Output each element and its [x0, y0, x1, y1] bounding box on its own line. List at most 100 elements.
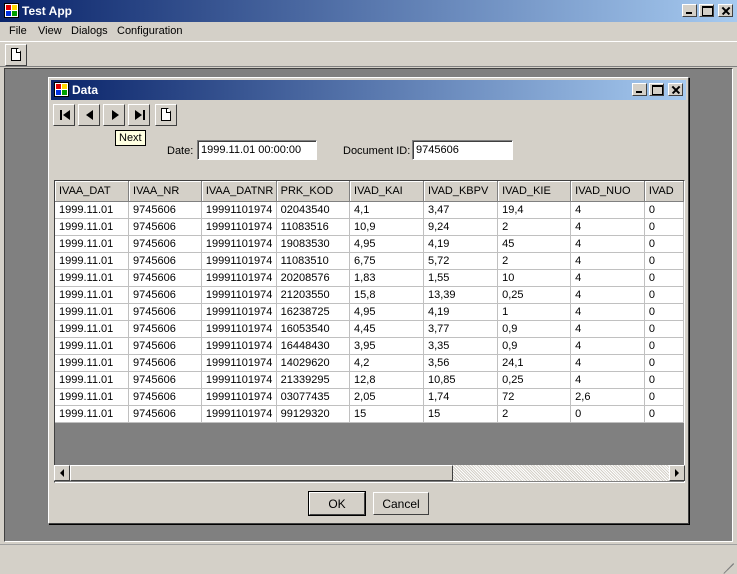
table-cell[interactable]: 21339295	[276, 371, 351, 389]
table-cell[interactable]: 4	[570, 303, 645, 321]
table-cell[interactable]: 0,9	[497, 337, 572, 355]
menu-file[interactable]: File	[9, 25, 27, 37]
dialog-maximize-button[interactable]	[649, 83, 664, 96]
table-cell[interactable]: 10,85	[423, 371, 499, 389]
scroll-left-button[interactable]	[54, 465, 70, 481]
dialog-close-button[interactable]	[668, 83, 683, 96]
table-cell[interactable]: 9745606	[128, 252, 202, 270]
table-cell[interactable]: 19991101974	[201, 354, 277, 372]
table-cell[interactable]: 20208576	[276, 269, 351, 287]
table-cell[interactable]: 1999.11.01	[55, 388, 130, 406]
column-header[interactable]: IVAA_NR	[128, 181, 202, 202]
table-cell[interactable]: 2	[497, 252, 572, 270]
column-header[interactable]: IVAD	[644, 181, 684, 202]
table-cell[interactable]: 3,56	[423, 354, 499, 372]
table-cell[interactable]: 0	[644, 320, 684, 338]
table-cell[interactable]: 19991101974	[201, 201, 277, 219]
table-cell[interactable]: 4,19	[423, 235, 499, 253]
column-header[interactable]: IVAD_KIE	[497, 181, 572, 202]
table-row[interactable]: 1999.11.01 9745606 19991101974 16238725 4,95…	[55, 303, 684, 321]
table-cell[interactable]: 2	[497, 405, 572, 423]
table-cell[interactable]: 3,35	[423, 337, 499, 355]
table-cell[interactable]: 1999.11.01	[55, 269, 130, 287]
table-cell[interactable]: 4,95	[349, 235, 424, 253]
table-cell[interactable]: 0	[644, 405, 684, 423]
table-cell[interactable]: 1999.11.01	[55, 337, 130, 355]
new-document-button[interactable]	[5, 44, 27, 66]
table-cell[interactable]: 9745606	[128, 320, 202, 338]
menu-view[interactable]: View	[38, 25, 62, 37]
table-cell[interactable]: 15,8	[349, 286, 424, 304]
column-header[interactable]: IVAD_KBPV	[423, 181, 499, 202]
table-cell[interactable]: 13,39	[423, 286, 499, 304]
table-cell[interactable]: 4	[570, 337, 645, 355]
table-cell[interactable]: 1999.11.01	[55, 252, 130, 270]
table-cell[interactable]: 1,55	[423, 269, 499, 287]
table-cell[interactable]: 99129320	[276, 405, 351, 423]
table-cell[interactable]: 19991101974	[201, 371, 277, 389]
table-row[interactable]: 1999.11.01 9745606 19991101974 14029620 4,2 3…	[55, 354, 684, 372]
table-cell[interactable]: 19991101974	[201, 320, 277, 338]
horizontal-scrollbar[interactable]	[54, 465, 685, 481]
table-cell[interactable]: 16053540	[276, 320, 351, 338]
first-record-button[interactable]	[53, 104, 75, 126]
table-cell[interactable]: 9,24	[423, 218, 499, 236]
table-row[interactable]: 1999.11.01 9745606 19991101974 21339295 12,8…	[55, 371, 684, 389]
table-cell[interactable]: 19991101974	[201, 286, 277, 304]
table-row[interactable]: 1999.11.01 9745606 19991101974 03077435 2,05…	[55, 388, 684, 406]
data-grid[interactable]: IVAA_DAT IVAA_NR IVAA_DATNR PRK_KOD IVAD…	[54, 180, 685, 483]
table-cell[interactable]: 1999.11.01	[55, 286, 130, 304]
previous-record-button[interactable]	[78, 104, 100, 126]
dialog-minimize-button[interactable]	[632, 83, 647, 96]
next-record-button[interactable]	[103, 104, 125, 126]
table-cell[interactable]: 72	[497, 388, 572, 406]
table-cell[interactable]: 19991101974	[201, 218, 277, 236]
table-cell[interactable]: 4	[570, 371, 645, 389]
table-row[interactable]: 1999.11.01 9745606 19991101974 16053540 4,45…	[55, 320, 684, 338]
table-cell[interactable]: 4	[570, 354, 645, 372]
table-cell[interactable]: 0,25	[497, 371, 572, 389]
table-cell[interactable]: 9745606	[128, 388, 202, 406]
table-cell[interactable]: 9745606	[128, 405, 202, 423]
table-cell[interactable]: 0	[644, 354, 684, 372]
table-cell[interactable]: 9745606	[128, 218, 202, 236]
table-cell[interactable]: 19083530	[276, 235, 351, 253]
table-cell[interactable]: 1	[497, 303, 572, 321]
table-cell[interactable]: 9745606	[128, 201, 202, 219]
table-cell[interactable]: 9745606	[128, 269, 202, 287]
table-cell[interactable]: 11083516	[276, 218, 351, 236]
table-cell[interactable]: 0,9	[497, 320, 572, 338]
table-cell[interactable]: 03077435	[276, 388, 351, 406]
table-cell[interactable]: 19991101974	[201, 303, 277, 321]
table-cell[interactable]: 16238725	[276, 303, 351, 321]
table-cell[interactable]: 10	[497, 269, 572, 287]
table-cell[interactable]: 2,6	[570, 388, 645, 406]
column-header[interactable]: IVAA_DAT	[55, 181, 130, 202]
table-cell[interactable]: 15	[349, 405, 424, 423]
table-cell[interactable]: 19991101974	[201, 337, 277, 355]
ok-button[interactable]: OK	[308, 491, 366, 516]
table-row[interactable]: 1999.11.01 9745606 19991101974 20208576 1,83…	[55, 269, 684, 287]
table-cell[interactable]: 3,77	[423, 320, 499, 338]
table-row[interactable]: 1999.11.01 9745606 19991101974 11083516 10,9…	[55, 218, 684, 236]
table-cell[interactable]: 19991101974	[201, 235, 277, 253]
table-cell[interactable]: 1999.11.01	[55, 235, 130, 253]
table-cell[interactable]: 9745606	[128, 354, 202, 372]
scroll-right-button[interactable]	[669, 465, 685, 481]
resize-grip-icon[interactable]	[722, 552, 734, 574]
table-cell[interactable]: 0	[644, 337, 684, 355]
dialog-title-bar[interactable]: Data	[51, 80, 686, 100]
table-cell[interactable]: 1,74	[423, 388, 499, 406]
table-cell[interactable]: 21203550	[276, 286, 351, 304]
table-row[interactable]: 1999.11.01 9745606 19991101974 21203550 15,8…	[55, 286, 684, 304]
table-cell[interactable]: 2,05	[349, 388, 424, 406]
table-cell[interactable]: 0,25	[497, 286, 572, 304]
table-cell[interactable]: 0	[644, 286, 684, 304]
column-header[interactable]: PRK_KOD	[276, 181, 351, 202]
column-header[interactable]: IVAD_KAI	[349, 181, 424, 202]
table-cell[interactable]: 11083510	[276, 252, 351, 270]
table-cell[interactable]: 9745606	[128, 337, 202, 355]
table-cell[interactable]: 4	[570, 269, 645, 287]
table-cell[interactable]: 1999.11.01	[55, 354, 130, 372]
table-row[interactable]: 1999.11.01 9745606 19991101974 11083510 6,75…	[55, 252, 684, 270]
